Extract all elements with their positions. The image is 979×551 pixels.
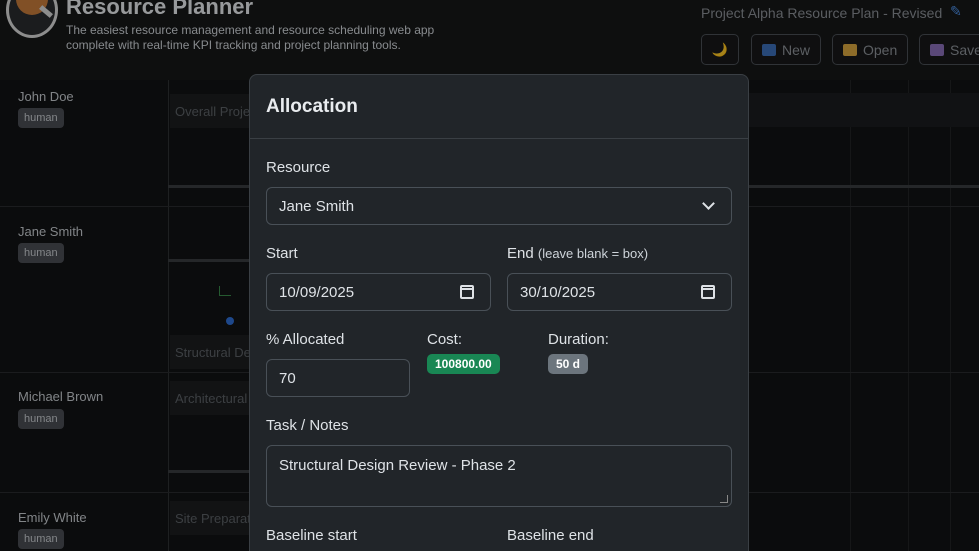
end-label: End (leave blank = box) [507, 245, 648, 262]
percent-allocated-value: 70 [279, 369, 296, 387]
modal-title: Allocation [266, 95, 358, 117]
duration-label: Duration: [548, 331, 609, 348]
notes-textarea[interactable]: Structural Design Review - Phase 2 [266, 445, 732, 507]
start-label: Start [266, 245, 298, 262]
notes-value: Structural Design Review - Phase 2 [279, 457, 516, 474]
resource-select-value: Jane Smith [279, 197, 355, 215]
baseline-start-label: Baseline start [266, 527, 357, 544]
percent-allocated-input[interactable]: 70 [266, 359, 410, 397]
duration-badge: 50 d [548, 354, 589, 374]
start-date-input[interactable]: 10/09/2025 [266, 273, 491, 311]
start-date-value: 10/09/2025 [279, 283, 355, 301]
end-label-text: End [507, 245, 534, 262]
percent-allocated-label: % Allocated [266, 331, 345, 348]
notes-label: Task / Notes [266, 417, 349, 434]
modal-header: Allocation [250, 75, 748, 139]
baseline-end-label: Baseline end [507, 527, 594, 544]
allocation-modal: Allocation Resource Jane Smith Start 10/… [249, 74, 749, 551]
chevron-down-icon [702, 197, 715, 210]
cost-label: Cost: [427, 331, 463, 348]
cost-badge: 100800.00 [427, 354, 500, 374]
resource-label: Resource [266, 159, 331, 176]
calendar-icon[interactable] [460, 285, 474, 299]
end-label-hint: (leave blank = box) [537, 246, 649, 261]
resize-grip-icon[interactable] [720, 495, 728, 503]
calendar-icon[interactable] [701, 285, 715, 299]
end-date-value: 30/10/2025 [520, 283, 596, 301]
resource-select[interactable]: Jane Smith [266, 187, 732, 225]
end-date-input[interactable]: 30/10/2025 [507, 273, 732, 311]
